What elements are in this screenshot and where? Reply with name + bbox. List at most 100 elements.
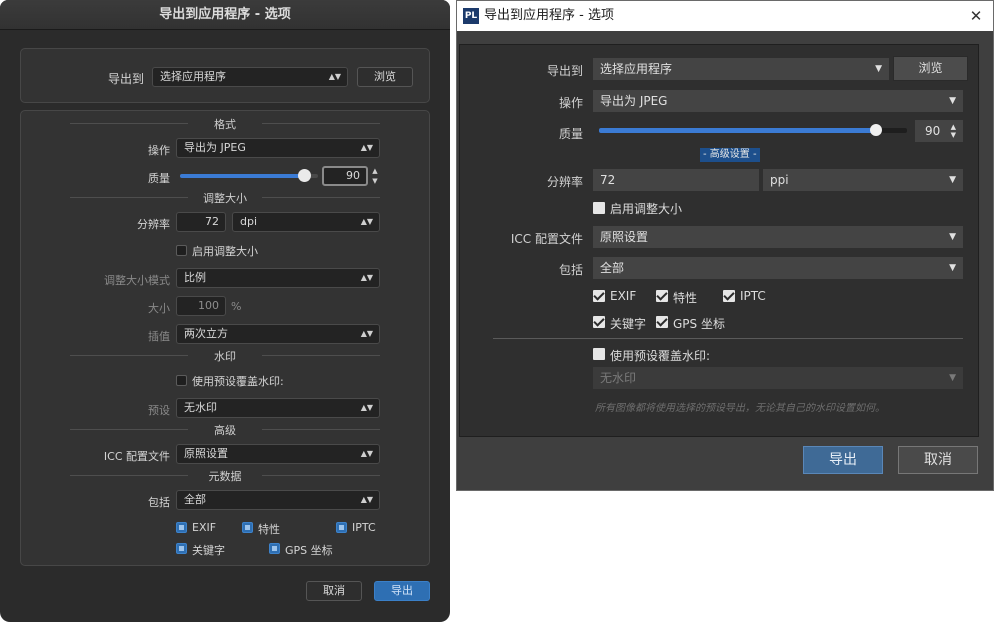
r-resolution-input[interactable]: 72 — [593, 169, 759, 191]
keywords-checkbox[interactable] — [176, 543, 187, 554]
resolution-input[interactable]: 72 — [176, 212, 226, 232]
r-export-to-select[interactable]: 选择应用程序 ▼ — [593, 58, 889, 80]
r-resolution-unit-select[interactable]: ppi ▼ — [763, 169, 963, 191]
operation-value: 导出为 JPEG — [184, 141, 246, 154]
exif-label: EXIF — [192, 521, 217, 534]
r-quality-slider-fill — [599, 128, 877, 133]
advanced-settings-label[interactable]: - 高级设置 - — [700, 148, 760, 162]
chevron-down-icon: ▼ — [949, 373, 956, 383]
chevron-down-icon: ▼ — [949, 175, 956, 185]
r-icc-profile-label: ICC 配置文件 — [510, 232, 583, 246]
section-advanced: 高级 — [70, 422, 380, 438]
right-dialog-titlebar: PL 导出到应用程序 - 选项 ✕ — [457, 1, 993, 31]
r-exif-label: EXIF — [610, 289, 637, 303]
r-export-to-label: 导出到 — [546, 64, 583, 78]
interpolation-select[interactable]: 两次立方 ▲▼ — [176, 324, 380, 344]
resize-mode-label: 调整大小模式 — [104, 274, 170, 287]
left-cancel-button[interactable]: 取消 — [306, 581, 362, 601]
chevron-updown-icon: ▲▼ — [360, 217, 373, 226]
include-select[interactable]: 全部 ▲▼ — [176, 490, 380, 510]
section-metadata: 元数据 — [70, 468, 380, 484]
r-include-label: 包括 — [558, 263, 583, 277]
iptc-checkbox[interactable] — [336, 522, 347, 533]
r-operation-value: 导出为 JPEG — [600, 94, 668, 108]
chevron-updown-icon: ▲▼ — [360, 329, 373, 338]
size-label: 大小 — [148, 302, 170, 315]
r-cancel-button[interactable]: 取消 — [898, 446, 978, 474]
stepper-icon: ▲ ▼ — [950, 123, 956, 139]
r-quality-label: 质量 — [558, 127, 583, 141]
size-input[interactable]: 100 — [176, 296, 226, 316]
r-resolution-unit-value: ppi — [770, 173, 789, 187]
right-dialog-title: 导出到应用程序 - 选项 — [484, 8, 614, 23]
chevron-updown-icon: ▲▼ — [360, 495, 373, 504]
app-logo-icon: PL — [463, 8, 479, 24]
include-label: 包括 — [148, 496, 170, 509]
properties-label: 特性 — [258, 523, 280, 536]
resize-mode-value: 比例 — [184, 271, 206, 284]
chevron-down-icon: ▼ — [949, 263, 956, 273]
r-quality-value: 90 — [925, 124, 941, 138]
r-browse-button[interactable]: 浏览 — [893, 56, 968, 81]
export-to-select[interactable]: 选择应用程序 ▲▼ — [152, 67, 348, 87]
resolution-unit-value: dpi — [240, 215, 258, 228]
r-enable-resize-checkbox[interactable] — [593, 202, 605, 214]
r-watermark-value: 无水印 — [600, 371, 637, 385]
r-iptc-checkbox[interactable] — [723, 290, 735, 302]
r-watermark-select[interactable]: 无水印 ▼ — [593, 367, 963, 389]
r-gps-checkbox[interactable] — [656, 316, 668, 328]
icc-profile-select[interactable]: 原照设置 ▲▼ — [176, 444, 380, 464]
r-properties-checkbox[interactable] — [656, 290, 668, 302]
use-preset-watermark-checkbox[interactable] — [176, 375, 187, 386]
r-resolution-value: 72 — [600, 173, 616, 187]
keywords-label: 关键字 — [192, 544, 225, 557]
gps-checkbox[interactable] — [269, 543, 280, 554]
quality-slider[interactable] — [180, 169, 318, 182]
resolution-unit-select[interactable]: dpi ▲▼ — [232, 212, 380, 232]
icc-profile-label: ICC 配置文件 — [103, 450, 170, 463]
watermark-note: 所有图像都将使用选择的预设导出，无论其自己的水印设置如何。 — [595, 403, 885, 414]
close-icon[interactable]: ✕ — [963, 1, 989, 31]
r-keywords-checkbox[interactable] — [593, 316, 605, 328]
section-format: 格式 — [70, 116, 380, 132]
properties-checkbox[interactable] — [242, 522, 253, 533]
quality-label: 质量 — [148, 172, 170, 185]
interpolation-label: 插值 — [148, 330, 170, 343]
preset-select[interactable]: 无水印 ▲▼ — [176, 398, 380, 418]
quality-slider-handle[interactable] — [297, 169, 311, 182]
operation-select[interactable]: 导出为 JPEG ▲▼ — [176, 138, 380, 158]
r-icc-profile-select[interactable]: 原照设置 ▼ — [593, 226, 963, 248]
interpolation-value: 两次立方 — [184, 327, 228, 340]
r-export-to-value: 选择应用程序 — [600, 62, 673, 76]
r-use-preset-watermark-checkbox[interactable] — [593, 348, 605, 360]
left-dialog-window: 导出到应用程序 - 选项 导出到 选择应用程序 ▲▼ 浏览 格式 操作 导出为 … — [0, 0, 450, 622]
r-resolution-label: 分辨率 — [546, 175, 583, 189]
r-quality-input[interactable]: 90 ▲ ▼ — [915, 120, 963, 142]
r-use-preset-watermark-label: 使用预设覆盖水印: — [610, 349, 711, 363]
r-exif-checkbox[interactable] — [593, 290, 605, 302]
chevron-updown-icon: ▲▼ — [360, 143, 373, 152]
left-export-button[interactable]: 导出 — [374, 581, 430, 601]
enable-resize-label: 启用调整大小 — [192, 245, 258, 258]
r-operation-select[interactable]: 导出为 JPEG ▼ — [593, 90, 963, 112]
left-dialog-title: 导出到应用程序 - 选项 — [0, 0, 450, 30]
section-resize: 调整大小 — [70, 190, 380, 206]
resize-mode-select[interactable]: 比例 ▲▼ — [176, 268, 380, 288]
r-keywords-label: 关键字 — [610, 317, 647, 331]
chevron-updown-icon: ▲▼ — [360, 449, 373, 458]
quality-stepper-icon[interactable]: ▲ ▼ — [370, 166, 380, 186]
enable-resize-checkbox[interactable] — [176, 245, 187, 256]
divider — [493, 338, 963, 339]
preset-value: 无水印 — [184, 401, 217, 414]
section-watermark: 水印 — [70, 348, 380, 364]
r-export-button[interactable]: 导出 — [803, 446, 883, 474]
export-to-label: 导出到 — [107, 72, 144, 86]
r-quality-slider[interactable] — [599, 124, 907, 136]
export-to-value: 选择应用程序 — [160, 70, 226, 83]
r-include-select[interactable]: 全部 ▼ — [593, 257, 963, 279]
preset-label: 预设 — [148, 404, 170, 417]
exif-checkbox[interactable] — [176, 522, 187, 533]
browse-button[interactable]: 浏览 — [357, 67, 413, 87]
r-operation-label: 操作 — [558, 96, 583, 110]
quality-input[interactable]: 90 — [322, 166, 368, 186]
